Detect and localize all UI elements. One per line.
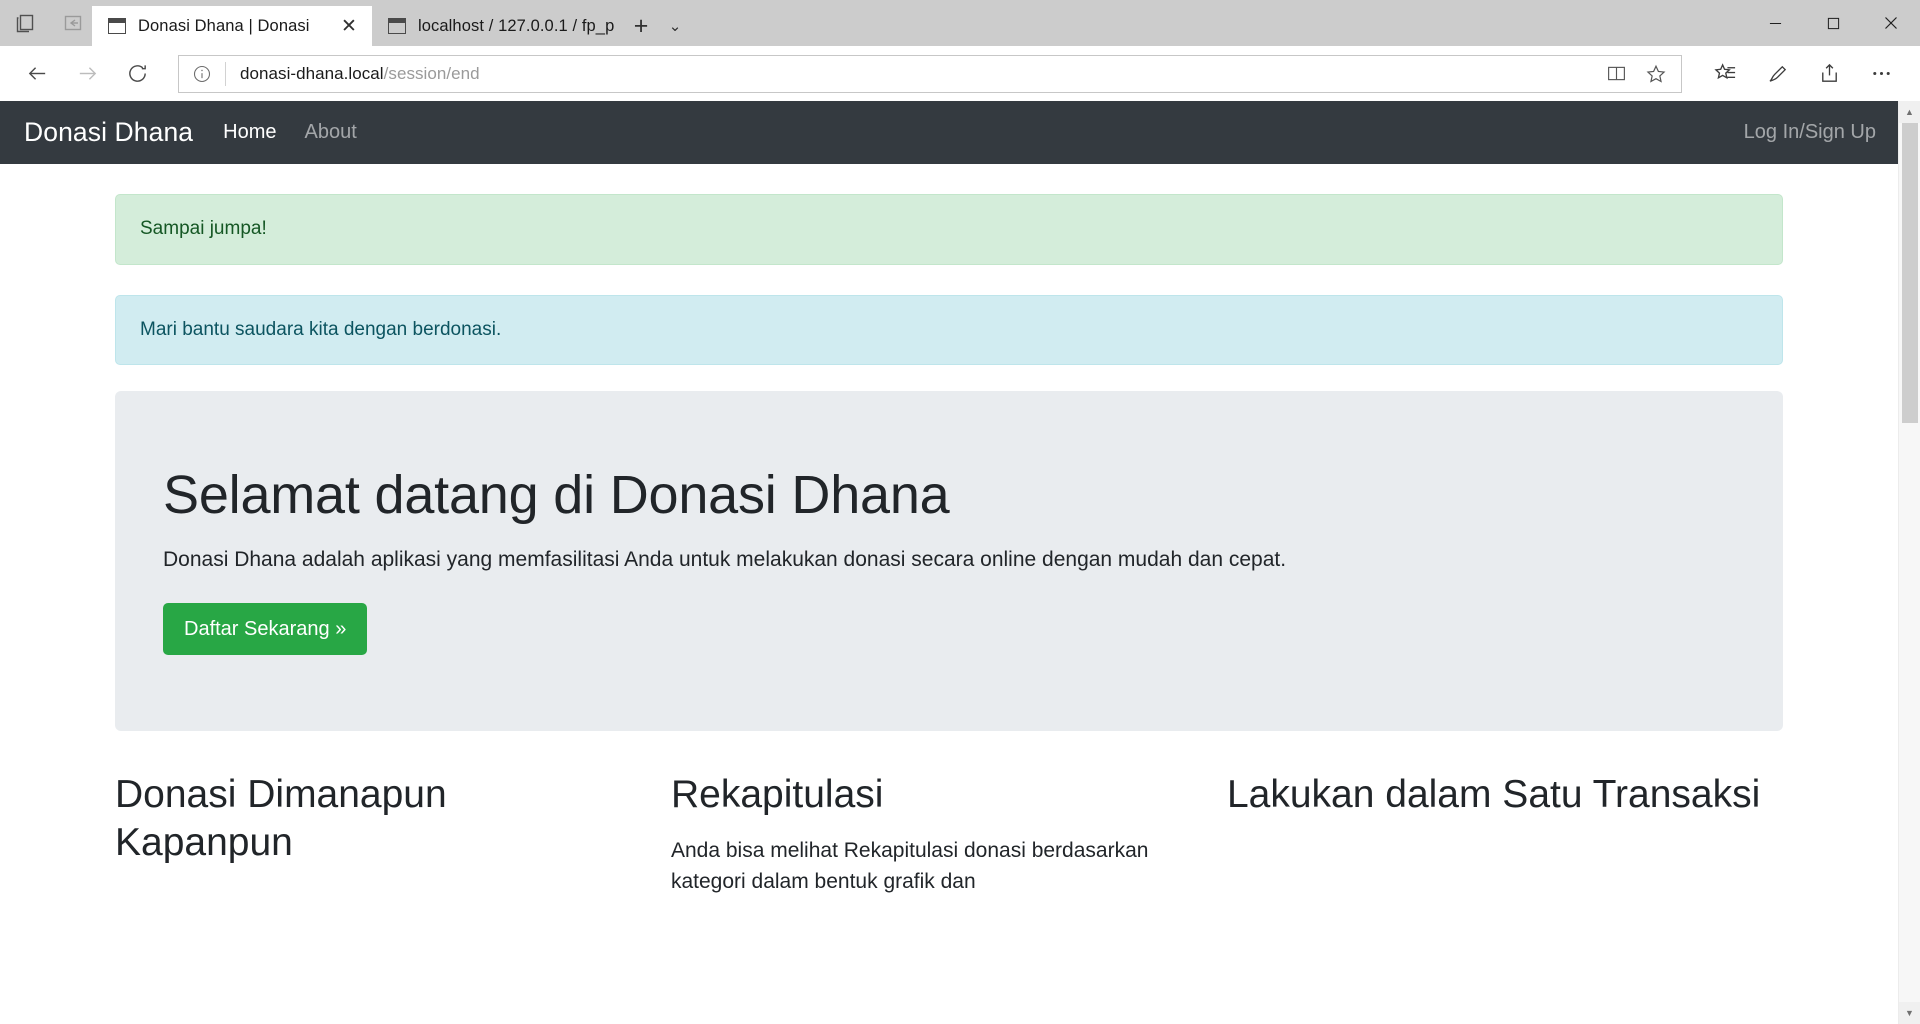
tab-title: localhost / 127.0.0.1 / fp_pb <box>418 16 614 35</box>
feature-column: Lakukan dalam Satu Transaksi <box>1227 771 1783 898</box>
browser-toolbar: donasi-dhana.local/session/end <box>0 46 1920 101</box>
address-bar[interactable]: donasi-dhana.local/session/end <box>178 54 1682 93</box>
set-aside-tabs-icon[interactable] <box>62 12 84 34</box>
register-now-button[interactable]: Daftar Sekarang » <box>163 602 368 655</box>
feature-title: Lakukan dalam Satu Transaksi <box>1226 773 1761 817</box>
refresh-icon[interactable] <box>114 53 160 95</box>
feature-text: Anda bisa melihat Rekapitulasi donasi be… <box>670 838 1149 894</box>
tab-title: Donasi Dhana | Donasi <box>138 16 310 35</box>
browser-tab-inactive[interactable]: localhost / 127.0.0.1 / fp_pb <box>372 6 624 46</box>
tab-close-icon[interactable]: ✕ <box>336 13 362 39</box>
nav-item-home[interactable]: Home <box>223 121 276 144</box>
address-bar-url[interactable]: donasi-dhana.local/session/end <box>226 64 1597 84</box>
reading-view-icon[interactable] <box>1597 56 1635 92</box>
feature-title: Donasi Dimanapun Kapanpun <box>115 773 447 864</box>
page-viewport: Donasi Dhana Home About Log In/Sign Up S… <box>0 101 1920 1024</box>
browser-window: Donasi Dhana | Donasi ✕ localhost / 127.… <box>0 0 1920 1024</box>
web-page: Donasi Dhana Home About Log In/Sign Up S… <box>0 101 1898 1024</box>
page-content: Sampai jumpa! Mari bantu saudara kita de… <box>0 194 1898 898</box>
alert-success: Sampai jumpa! <box>115 194 1783 265</box>
address-bar-actions <box>1597 56 1675 92</box>
minimize-icon[interactable] <box>1746 0 1804 46</box>
maximize-icon[interactable] <box>1804 0 1862 46</box>
more-settings-icon[interactable] <box>1856 53 1906 95</box>
nav-item-about[interactable]: About <box>305 121 357 144</box>
page-icon <box>108 18 126 34</box>
site-nav-right: Log In/Sign Up <box>1744 121 1876 144</box>
titlebar: Donasi Dhana | Donasi ✕ localhost / 127.… <box>0 0 1920 46</box>
scrollbar-track[interactable] <box>1898 123 1920 1002</box>
web-notes-icon[interactable] <box>1752 53 1802 95</box>
site-brand[interactable]: Donasi Dhana <box>24 117 193 148</box>
page-icon <box>388 18 406 34</box>
url-domain: donasi-dhana.local <box>240 63 384 83</box>
back-arrow-icon[interactable] <box>14 53 60 95</box>
page-title: Selamat datang di Donasi Dhana <box>163 465 950 526</box>
window-controls <box>1746 0 1920 46</box>
star-icon[interactable] <box>1637 56 1675 92</box>
share-icon[interactable] <box>1804 53 1854 95</box>
toolbar-actions <box>1700 53 1906 95</box>
tab-preview-icon[interactable] <box>14 12 36 34</box>
scroll-down-arrow-icon[interactable]: ▼ <box>1898 1002 1920 1024</box>
scrollbar-thumb[interactable] <box>1901 123 1918 423</box>
chevron-down-icon[interactable]: ⌄ <box>658 6 692 46</box>
nav-item-login-signup[interactable]: Log In/Sign Up <box>1744 121 1876 143</box>
site-navbar: Donasi Dhana Home About Log In/Sign Up <box>0 101 1898 164</box>
favorites-hub-icon[interactable] <box>1700 53 1750 95</box>
browser-tab-active[interactable]: Donasi Dhana | Donasi ✕ <box>92 6 372 46</box>
new-tab-button[interactable]: + <box>624 6 658 46</box>
feature-column: Rekapitulasi Anda bisa melihat Rekapitul… <box>671 771 1227 898</box>
alert-info: Mari bantu saudara kita dengan berdonasi… <box>115 294 1783 366</box>
feature-columns: Donasi Dimanapun Kapanpun Rekapitulasi A… <box>115 771 1783 898</box>
forward-arrow-icon[interactable] <box>64 53 110 95</box>
url-path: /session/end <box>383 63 480 83</box>
hero-lead-text: Donasi Dhana adalah aplikasi yang memfas… <box>163 548 1287 572</box>
info-circle-icon[interactable] <box>179 56 225 92</box>
close-icon[interactable] <box>1862 0 1920 46</box>
titlebar-system-icons <box>0 0 92 46</box>
feature-title: Rekapitulasi <box>670 773 884 817</box>
page-scrollbar[interactable]: ▲ ▼ <box>1898 101 1920 1024</box>
hero-jumbotron: Selamat datang di Donasi Dhana Donasi Dh… <box>115 391 1783 732</box>
feature-column: Donasi Dimanapun Kapanpun <box>115 771 671 898</box>
site-nav-links: Home About <box>223 121 357 144</box>
scroll-up-arrow-icon[interactable]: ▲ <box>1898 101 1920 123</box>
tab-strip: Donasi Dhana | Donasi ✕ localhost / 127.… <box>92 0 692 46</box>
